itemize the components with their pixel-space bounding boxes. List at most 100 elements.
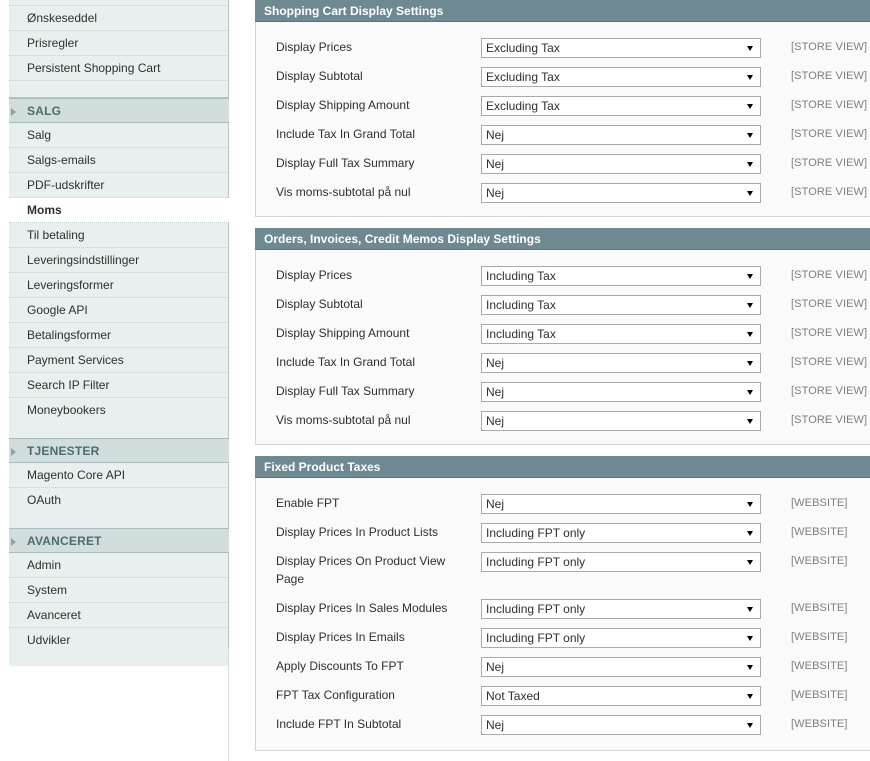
fieldset-header[interactable]: Fixed Product Taxes bbox=[255, 456, 870, 478]
sidebar-item-shipping-settings[interactable]: Leveringsindstillinger bbox=[9, 248, 228, 273]
field-label: Enable FPT bbox=[276, 496, 340, 510]
scope-label: [STORE VIEW] bbox=[791, 414, 868, 426]
field-label: Display Prices bbox=[276, 268, 353, 282]
fpt-subtotal-select[interactable]: Nej bbox=[481, 715, 761, 735]
field-label: Include FPT In Subtotal bbox=[276, 717, 402, 731]
fpt-product-lists-select[interactable]: Including FPT only bbox=[481, 523, 761, 543]
scope-label: [STORE VIEW] bbox=[791, 356, 868, 368]
cart-grand-total-select[interactable]: Nej bbox=[481, 125, 761, 145]
dropdown-arrow-icon bbox=[747, 560, 753, 565]
fieldset-header[interactable]: Orders, Invoices, Credit Memos Display S… bbox=[255, 228, 870, 250]
sidebar-item-checkout[interactable]: Til betaling bbox=[9, 223, 228, 248]
sidebar-item-moneybookers[interactable]: Moneybookers bbox=[9, 398, 228, 423]
fpt-product-view-select[interactable]: Including FPT only bbox=[481, 552, 761, 572]
dropdown-arrow-icon bbox=[747, 303, 753, 308]
fieldset-body: Enable FPT Nej [WEBSITE] Display Prices … bbox=[255, 478, 870, 751]
sidebar-item-wishlist[interactable]: Ønskeseddel bbox=[9, 6, 228, 31]
cart-zero-subtotal-select[interactable]: Nej bbox=[481, 183, 761, 203]
sidebar-item-admin[interactable]: Admin bbox=[9, 553, 228, 578]
sidebar-item-salg[interactable]: Salg bbox=[9, 123, 228, 148]
dropdown-arrow-icon bbox=[747, 665, 753, 670]
sidebar-item-moms[interactable]: Moms bbox=[9, 198, 229, 223]
scope-label: [STORE VIEW] bbox=[791, 327, 868, 339]
sales-zero-subtotal-select[interactable]: Nej bbox=[481, 411, 761, 431]
config-page: Ønskeseddel Prisregler Persistent Shoppi… bbox=[0, 0, 870, 761]
fieldset-body: Display Prices Excluding Tax [STORE VIEW… bbox=[255, 22, 870, 217]
scope-label: [WEBSITE] bbox=[791, 602, 848, 614]
scope-label: [WEBSITE] bbox=[791, 526, 848, 538]
dropdown-arrow-icon bbox=[747, 607, 753, 612]
sales-display-subtotal-select[interactable]: Including Tax bbox=[481, 295, 761, 315]
dropdown-arrow-icon bbox=[747, 419, 753, 424]
field-label: Display Prices On Product View Page bbox=[276, 554, 446, 586]
sidebar-group-tjenester-header[interactable]: TJENESTER bbox=[9, 438, 229, 463]
cart-display-prices-select[interactable]: Excluding Tax bbox=[481, 38, 761, 58]
sidebar-item-oauth[interactable]: OAuth bbox=[9, 488, 228, 513]
sidebar-item-price-rules[interactable]: Prisregler bbox=[9, 31, 228, 56]
fpt-enable-select[interactable]: Nej bbox=[481, 494, 761, 514]
field-label: Apply Discounts To FPT bbox=[276, 659, 404, 673]
sidebar-item-avanceret[interactable]: Avanceret bbox=[9, 603, 228, 628]
sidebar-group-tjenester: Magento Core API OAuth bbox=[9, 463, 229, 513]
sidebar-item-sales-emails[interactable]: Salgs-emails bbox=[9, 148, 228, 173]
dropdown-arrow-icon bbox=[747, 636, 753, 641]
dropdown-arrow-icon bbox=[747, 274, 753, 279]
scope-label: [STORE VIEW] bbox=[791, 385, 868, 397]
sidebar-group-customers: Ønskeseddel Prisregler Persistent Shoppi… bbox=[9, 0, 229, 98]
dropdown-arrow-icon bbox=[747, 502, 753, 507]
dropdown-arrow-icon bbox=[747, 332, 753, 337]
fpt-discounts-select[interactable]: Nej bbox=[481, 657, 761, 677]
cart-display-subtotal-select[interactable]: Excluding Tax bbox=[481, 67, 761, 87]
caret-right-icon bbox=[11, 538, 16, 546]
sidebar-item-udvikler[interactable]: Udvikler bbox=[9, 628, 228, 653]
fpt-tax-config-select[interactable]: Not Taxed bbox=[481, 686, 761, 706]
fpt-sales-modules-select[interactable]: Including FPT only bbox=[481, 599, 761, 619]
field-label: FPT Tax Configuration bbox=[276, 688, 395, 702]
sidebar-group-avanceret: Admin System Avanceret Udvikler bbox=[9, 553, 229, 653]
fieldset-shopping-cart: Shopping Cart Display Settings Display P… bbox=[255, 0, 870, 217]
sidebar-group-title: TJENESTER bbox=[27, 444, 100, 458]
dropdown-arrow-icon bbox=[747, 104, 753, 109]
sidebar-item-shipping-methods[interactable]: Leveringsformer bbox=[9, 273, 228, 298]
scope-label: [WEBSITE] bbox=[791, 555, 848, 567]
caret-right-icon bbox=[11, 108, 16, 116]
sidebar-item-persistent-cart[interactable]: Persistent Shopping Cart bbox=[9, 56, 228, 81]
field-label: Vis moms-subtotal på nul bbox=[276, 185, 411, 199]
dropdown-arrow-icon bbox=[747, 694, 753, 699]
sidebar-item-google-api[interactable]: Google API bbox=[9, 298, 228, 323]
field-label: Display Shipping Amount bbox=[276, 98, 410, 112]
sales-full-summary-select[interactable]: Nej bbox=[481, 382, 761, 402]
fpt-emails-select[interactable]: Including FPT only bbox=[481, 628, 761, 648]
scope-label: [WEBSITE] bbox=[791, 689, 848, 701]
sidebar-group-salg-header[interactable]: SALG bbox=[9, 98, 229, 123]
dropdown-arrow-icon bbox=[747, 75, 753, 80]
scope-label: [STORE VIEW] bbox=[791, 157, 868, 169]
dropdown-arrow-icon bbox=[747, 390, 753, 395]
field-label: Display Shipping Amount bbox=[276, 326, 410, 340]
dropdown-arrow-icon bbox=[747, 531, 753, 536]
fieldset-orders: Orders, Invoices, Credit Memos Display S… bbox=[255, 228, 870, 445]
field-label: Display Full Tax Summary bbox=[276, 384, 415, 398]
config-sidebar: Ønskeseddel Prisregler Persistent Shoppi… bbox=[9, 0, 229, 761]
scope-label: [STORE VIEW] bbox=[791, 128, 868, 140]
sales-display-shipping-select[interactable]: Including Tax bbox=[481, 324, 761, 344]
sidebar-item-search-ip-filter[interactable]: Search IP Filter bbox=[9, 373, 228, 398]
scope-label: [WEBSITE] bbox=[791, 718, 848, 730]
sidebar-item-pdf[interactable]: PDF-udskrifter bbox=[9, 173, 228, 198]
field-label: Vis moms-subtotal på nul bbox=[276, 413, 411, 427]
sidebar-item-core-api[interactable]: Magento Core API bbox=[9, 463, 228, 488]
cart-full-summary-select[interactable]: Nej bbox=[481, 154, 761, 174]
sidebar-item-payment-methods[interactable]: Betalingsformer bbox=[9, 323, 228, 348]
sales-grand-total-select[interactable]: Nej bbox=[481, 353, 761, 373]
sidebar-group-avanceret-header[interactable]: AVANCERET bbox=[9, 528, 229, 553]
dropdown-arrow-icon bbox=[747, 191, 753, 196]
cart-display-shipping-select[interactable]: Excluding Tax bbox=[481, 96, 761, 116]
sales-display-prices-select[interactable]: Including Tax bbox=[481, 266, 761, 286]
sidebar-item-system[interactable]: System bbox=[9, 578, 228, 603]
sidebar-item-payment-services[interactable]: Payment Services bbox=[9, 348, 228, 373]
fieldset-header[interactable]: Shopping Cart Display Settings bbox=[255, 0, 870, 22]
scope-label: [STORE VIEW] bbox=[791, 298, 868, 310]
scope-label: [STORE VIEW] bbox=[791, 70, 868, 82]
dropdown-arrow-icon bbox=[747, 361, 753, 366]
field-label: Display Prices In Emails bbox=[276, 630, 405, 644]
